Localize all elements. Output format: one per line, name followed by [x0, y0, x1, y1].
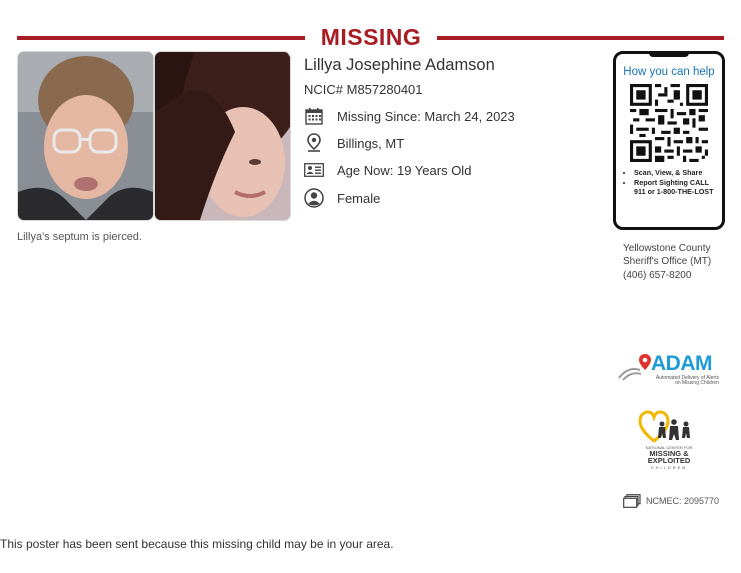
age-row: Age Now: 19 Years Old: [304, 160, 471, 180]
ncmec-case-number: NCMEC: 2095770: [646, 496, 720, 506]
how-you-can-help: How you can help: [623, 66, 715, 78]
header-rule-right: [437, 36, 724, 40]
person-name: Lillya Josephine Adamson: [304, 56, 495, 74]
phone-notch: [649, 53, 689, 57]
sex: Female: [337, 190, 381, 206]
person-icon: [304, 188, 324, 208]
help-item-share: Scan, View, & Share: [634, 168, 718, 177]
map-pin-icon: [304, 133, 324, 153]
location: Billings, MT: [337, 135, 405, 151]
adam-logo: ADAM Automated Delivery of Alerts on Mis…: [616, 350, 720, 390]
photo-2: [154, 51, 291, 221]
photo-caption: Lillya's septum is pierced.: [17, 231, 142, 243]
poster-title: MISSING: [320, 24, 422, 50]
missing-since-row: Missing Since: March 24, 2023: [304, 106, 515, 126]
location-row: Billings, MT: [304, 133, 404, 153]
help-list: Scan, View, & Share Report Sighting CALL…: [616, 168, 722, 197]
sex-row: Female: [304, 188, 380, 208]
adam-tagline-2: on Missing Children: [675, 380, 719, 386]
agency-phone[interactable]: (406) 657-8200: [623, 270, 691, 281]
ncic-number: NCIC# M857280401: [304, 82, 423, 97]
id-card-icon: [304, 160, 324, 180]
phone-panel: How you can help Scan, View, & Share Rep…: [613, 51, 725, 230]
help-item-report: Report Sighting CALL 911 or 1-800-THE-LO…: [634, 178, 718, 196]
header-rule-left: [17, 36, 305, 40]
age-now: Age Now: 19 Years Old: [337, 162, 472, 178]
calendar-icon: [304, 106, 324, 126]
agency-name-line2: Sheriff's Office (MT): [623, 256, 712, 267]
missing-since: Missing Since: March 24, 2023: [337, 108, 515, 124]
adam-wordmark: ADAM: [651, 352, 713, 375]
photo-1: [17, 51, 154, 221]
agency-name-line1: Yellowstone County: [623, 243, 711, 254]
ncmec-case: NCMEC: 2095770: [623, 494, 719, 508]
ncmec-line-3: EXPLOITED: [647, 456, 691, 465]
qr-code[interactable]: [630, 84, 708, 162]
documents-icon: [623, 494, 641, 508]
ncmec-logo: NATIONAL CENTER FOR MISSING & EXPLOITED …: [638, 408, 700, 472]
ncmec-line-4: CHILDREN: [650, 465, 688, 470]
poster-footnote: This poster has been sent because this m…: [0, 537, 394, 551]
